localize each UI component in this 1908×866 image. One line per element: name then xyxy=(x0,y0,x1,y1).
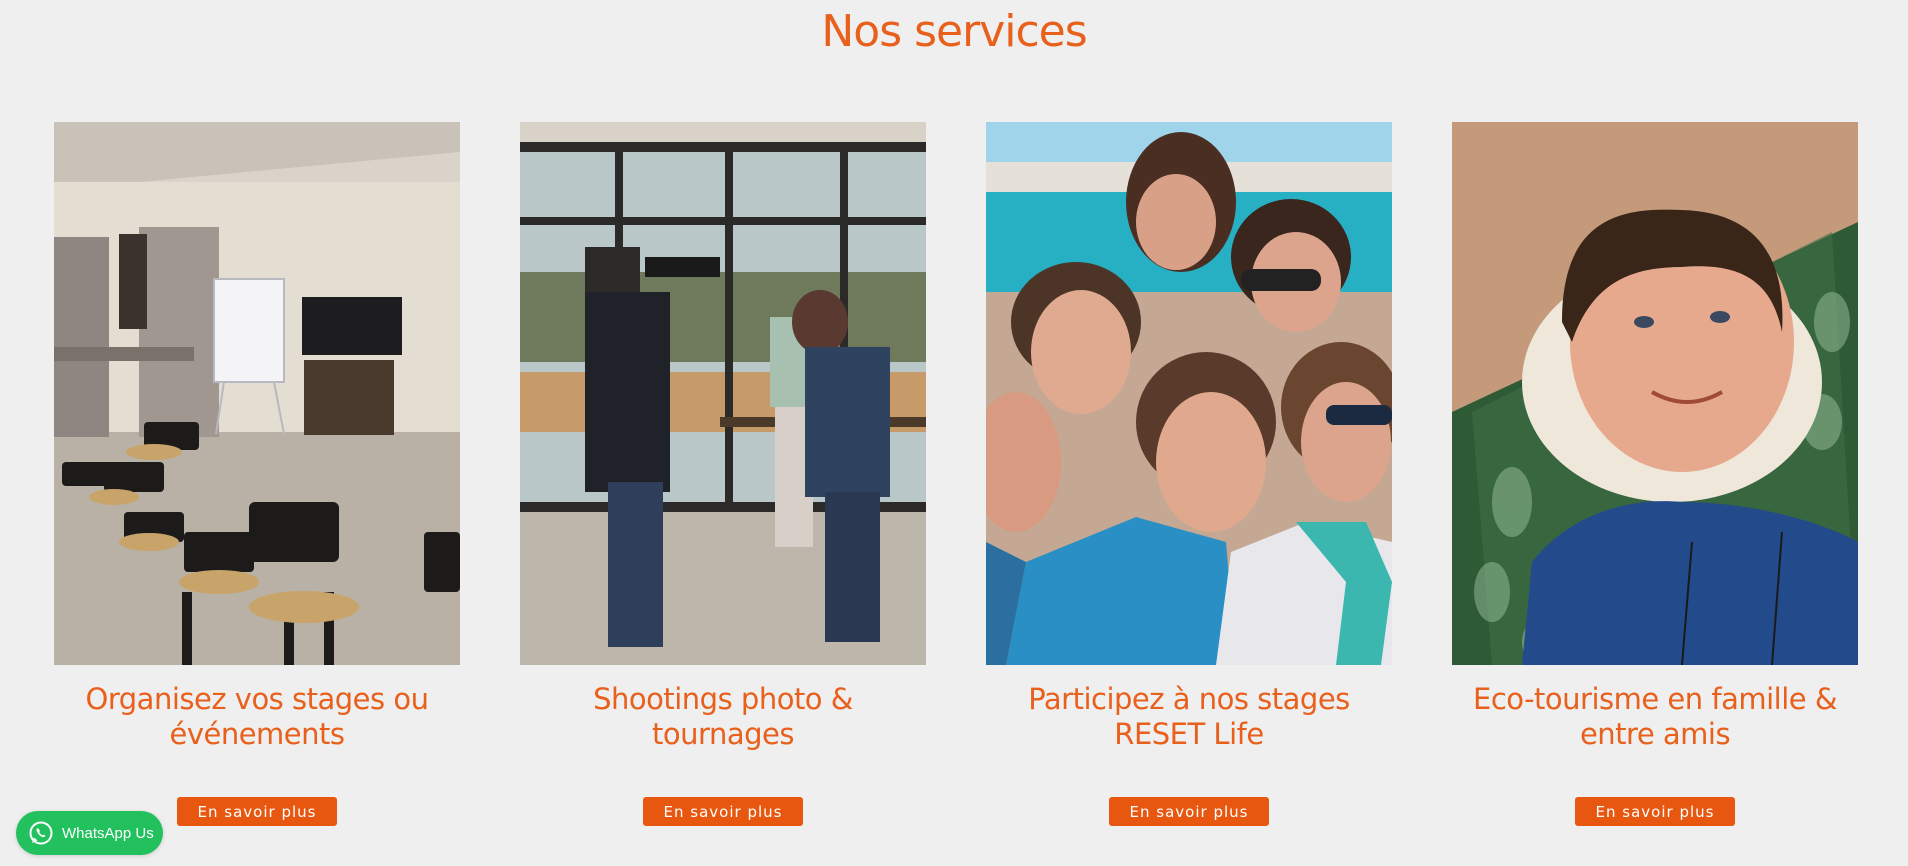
meeting-room-photo xyxy=(54,122,460,665)
group-selfie-beach-photo xyxy=(986,122,1392,665)
services-grid: Organisez vos stages ou événements En sa… xyxy=(54,122,1860,832)
page-title: Nos services xyxy=(821,6,1087,57)
child-lying-on-mat-photo xyxy=(1452,122,1858,665)
learn-more-button[interactable]: En savoir plus xyxy=(177,797,337,826)
service-card-reset-life: Participez à nos stages RESET Life En sa… xyxy=(986,122,1392,832)
service-card-eco-tourisme: Eco-tourisme en famille & entre amis En … xyxy=(1452,122,1858,832)
service-card-stages: Organisez vos stages ou événements En sa… xyxy=(54,122,460,832)
service-card-shootings: Shootings photo & tournages En savoir pl… xyxy=(520,122,926,832)
learn-more-button[interactable]: En savoir plus xyxy=(643,797,803,826)
service-title: Participez à nos stages RESET Life xyxy=(1028,682,1350,751)
whatsapp-label: WhatsApp Us xyxy=(62,824,154,842)
film-shooting-photo xyxy=(520,122,926,665)
whatsapp-button[interactable]: WhatsApp Us xyxy=(16,811,163,855)
service-title: Organisez vos stages ou événements xyxy=(85,682,429,751)
whatsapp-icon xyxy=(29,821,53,845)
service-title: Eco-tourisme en famille & entre amis xyxy=(1473,682,1837,751)
learn-more-button[interactable]: En savoir plus xyxy=(1109,797,1269,826)
service-title: Shootings photo & tournages xyxy=(593,682,853,751)
learn-more-button[interactable]: En savoir plus xyxy=(1575,797,1735,826)
